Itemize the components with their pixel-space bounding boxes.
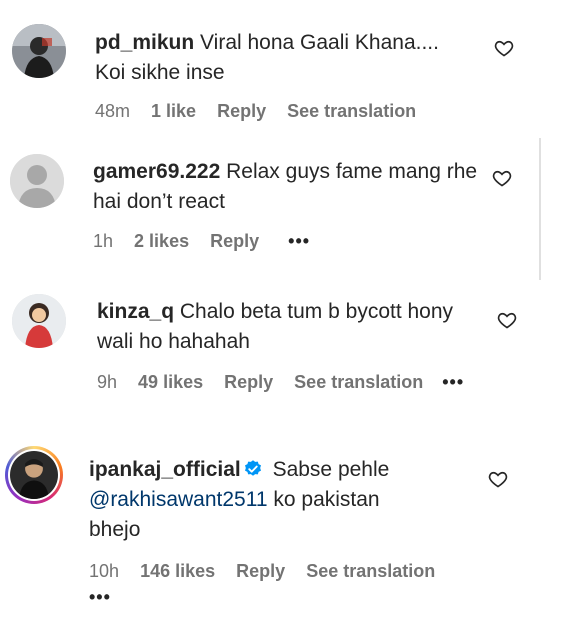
comment-username[interactable]: kinza_q: [97, 300, 174, 323]
likes-count[interactable]: 49 likes: [138, 372, 203, 392]
more-options-icon[interactable]: •••: [89, 587, 111, 607]
reply-button[interactable]: Reply: [236, 561, 285, 581]
avatar[interactable]: [12, 24, 66, 78]
likes-count[interactable]: 146 likes: [140, 561, 215, 581]
avatar-story-ring[interactable]: [5, 446, 63, 504]
comment-meta: 48m 1 like Reply See translation: [95, 101, 432, 122]
see-translation-button[interactable]: See translation: [294, 372, 423, 392]
comment-time: 9h: [97, 372, 118, 392]
heart-outline-icon[interactable]: [497, 310, 517, 330]
comment-text: gamer69.222 Relax guys fame mang rhe hai…: [93, 157, 483, 217]
scrollbar-divider: [539, 138, 541, 280]
comment-meta-more: •••: [89, 587, 127, 608]
comment-meta: 9h 49 likes Reply See translation •••: [97, 372, 480, 393]
avatar: [10, 451, 58, 499]
comment-meta: 1h 2 likes Reply •••: [93, 231, 326, 252]
comment-body: Sabse pehle: [272, 458, 390, 481]
avatar[interactable]: [10, 154, 64, 208]
verified-badge-icon: [243, 458, 263, 478]
reply-button[interactable]: Reply: [210, 231, 259, 251]
heart-outline-icon[interactable]: [492, 168, 512, 188]
comment-username[interactable]: ipankaj_official: [89, 458, 241, 481]
comment-text: ipankaj_official Sabse pehle @rakhisawan…: [89, 455, 419, 545]
see-translation-button[interactable]: See translation: [306, 561, 435, 581]
reply-button[interactable]: Reply: [217, 101, 266, 121]
comment-time: 48m: [95, 101, 131, 121]
more-options-icon[interactable]: •••: [442, 372, 464, 392]
comment-time: 1h: [93, 231, 114, 251]
comment-text: kinza_q Chalo beta tum b bycott hony wal…: [97, 297, 487, 357]
comment-meta: 10h 146 likes Reply See translation: [89, 561, 451, 582]
avatar-ring-inner: [8, 449, 60, 501]
likes-count[interactable]: 2 likes: [134, 231, 189, 251]
comment-username[interactable]: pd_mikun: [95, 31, 194, 54]
avatar[interactable]: [12, 294, 66, 348]
reply-button[interactable]: Reply: [224, 372, 273, 392]
see-translation-button[interactable]: See translation: [287, 101, 416, 121]
comment-username[interactable]: gamer69.222: [93, 160, 220, 183]
more-options-icon[interactable]: •••: [288, 231, 310, 251]
heart-outline-icon[interactable]: [488, 469, 508, 489]
comment-time: 10h: [89, 561, 120, 581]
comment-text: pd_mikun Viral hona Gaali Khana.... Koi …: [95, 28, 475, 88]
likes-count[interactable]: 1 like: [151, 101, 196, 121]
heart-outline-icon[interactable]: [494, 38, 514, 58]
mention-link[interactable]: @rakhisawant2511: [89, 488, 268, 511]
